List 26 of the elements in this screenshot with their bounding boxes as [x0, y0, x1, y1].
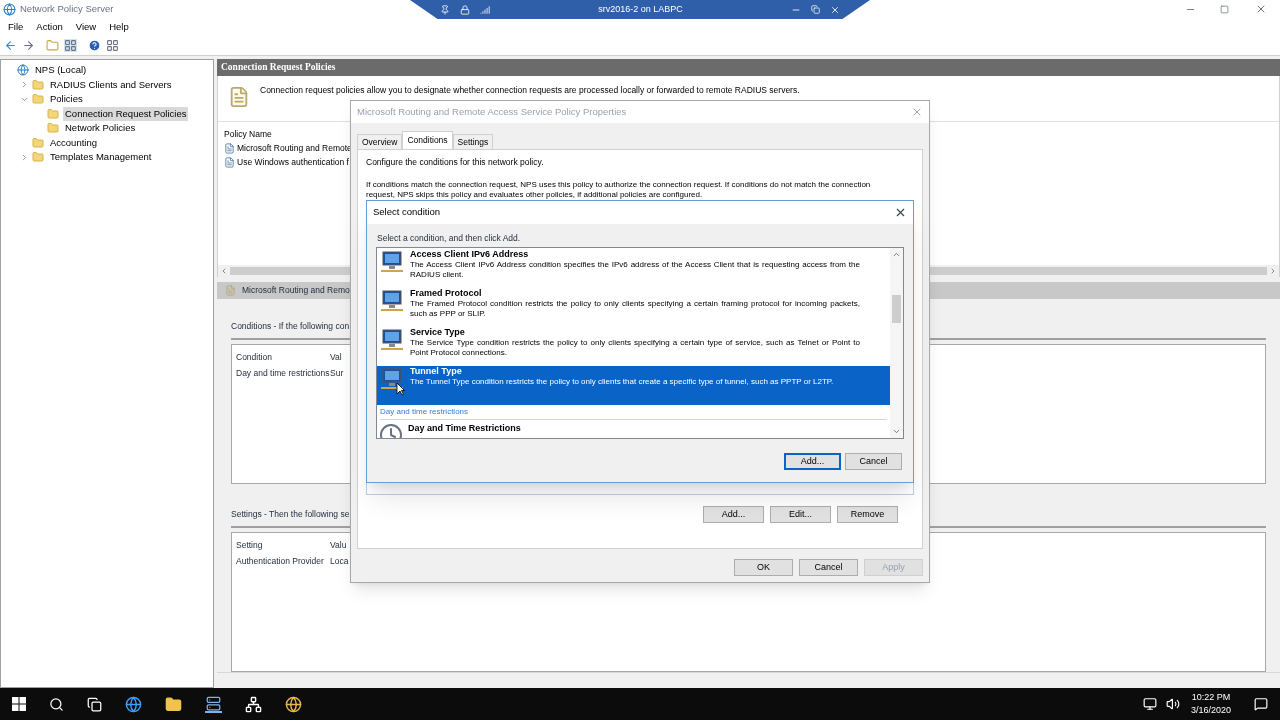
panel-description: Connection request policies allow you to designate whether connection requests are processed locally or forwarded to remote RADIUS servers.: [260, 83, 800, 97]
condition-title: Service Type: [410, 326, 466, 338]
table-cell: Loca: [330, 554, 349, 568]
section-label: Conditions - If the following con: [231, 321, 350, 332]
table-cell: Day and time restrictions: [236, 366, 330, 380]
tab-intro: Configure the conditions for this network policy.: [366, 156, 545, 169]
panel-header: Connection Request Policies: [217, 59, 1280, 76]
table-cell: Sur: [330, 366, 344, 380]
dialog-prompt: Select a condition, and then click Add.: [377, 232, 522, 245]
condition-description: The Tunnel Type condition restricts the policy to only clients that create a specific type of tunnel, such as PPTP or L2TP.: [410, 376, 835, 387]
dialog-title: Select condition: [373, 205, 442, 220]
tab-explanation: If conditions match the connection request, NPS uses this policy to authorize the connection request. If conditions do not match the connection request, NPS skips this policy and evaluates other policies, if additional policies are configured.: [366, 179, 872, 200]
condition-title: Day and Time Restrictions: [408, 422, 521, 434]
table-cell-text: Authentication Provider: [236, 554, 325, 568]
condition-description: The Service Type condition restricts the policy to only clients specifying a certain type of service, such as Telnet or Point to Point Protocol connections.: [410, 337, 860, 358]
dialog-title: Microsoft Routing and Remote Access Service Policy Properties: [357, 104, 628, 119]
window-title: Network Policy Server: [20, 1, 114, 16]
section-label: Settings - Then the following se: [231, 509, 350, 520]
remote-session-title: srv2016-2 on LABPC: [597, 2, 684, 16]
detail-title: Microsoft Routing and Remo: [242, 284, 350, 298]
condition-title: Access Client IPv6 Address: [410, 248, 530, 260]
condition-description: The Access Client IPv6 Address condition specifies the IPv6 address of the Access Client that is requesting access from the RADIUS client.: [410, 259, 860, 280]
condition-title: Tunnel Type: [410, 365, 463, 377]
group-header: Day and time restrictions: [380, 407, 470, 418]
condition-description: The Framed Protocol condition restricts the policy to only clients specifying a certain framing protocol for incoming packets, such as PPP or SLIP.: [410, 298, 860, 319]
condition-title: Framed Protocol: [410, 287, 483, 299]
